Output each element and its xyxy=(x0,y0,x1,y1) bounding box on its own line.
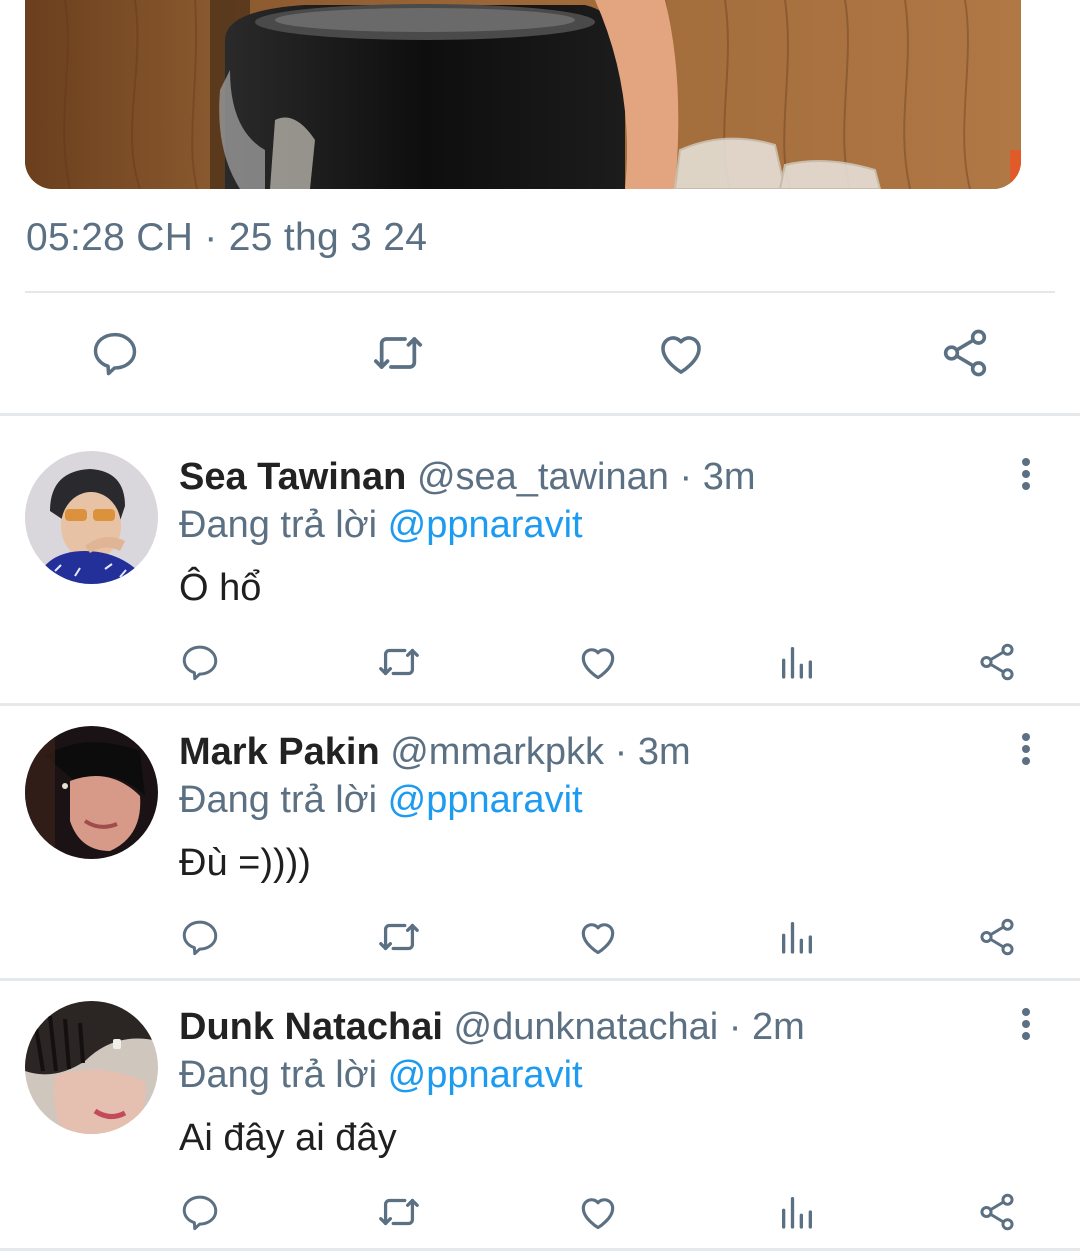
views-button[interactable] xyxy=(772,914,822,964)
avatar[interactable] xyxy=(25,726,158,859)
tweet-photo[interactable] xyxy=(25,0,1021,189)
reply-text: Ô hổ xyxy=(179,567,262,609)
like-button[interactable] xyxy=(573,914,623,964)
retweet-icon xyxy=(370,325,426,386)
reply-text: Ai đây ai đây xyxy=(179,1117,397,1159)
user-handle: @sea_tawinan xyxy=(416,456,669,498)
reply-item[interactable]: Mark Pakin @mmarkpkk · 3m Đang trả lời @… xyxy=(0,726,1080,966)
reply-icon xyxy=(179,641,221,688)
retweet-button[interactable] xyxy=(363,320,433,390)
more-vertical-icon xyxy=(1020,457,1032,496)
mention-link[interactable]: @ppnaravit xyxy=(388,504,583,546)
views-button[interactable] xyxy=(772,639,822,689)
reply-action-bar xyxy=(0,639,1080,689)
reply-header: Sea Tawinan @sea_tawinan · 3m xyxy=(179,455,755,499)
display-name[interactable]: Dunk Natachai xyxy=(179,1006,443,1048)
like-button[interactable] xyxy=(573,639,623,689)
share-button[interactable] xyxy=(972,639,1022,689)
reply-item[interactable]: Dunk Natachai @dunknatachai · 2m Đang tr… xyxy=(0,1001,1080,1241)
mention-link[interactable]: @ppnaravit xyxy=(388,779,583,821)
display-name[interactable]: Mark Pakin xyxy=(179,731,380,773)
share-icon xyxy=(976,641,1018,688)
like-icon xyxy=(576,1190,620,1239)
like-icon xyxy=(654,326,708,385)
like-button[interactable] xyxy=(646,320,716,390)
replying-prefix: Đang trả lời xyxy=(179,779,378,821)
reply-time: 2m xyxy=(751,1006,805,1048)
retweet-icon xyxy=(376,914,422,965)
avatar[interactable] xyxy=(25,1001,158,1134)
reply-button[interactable] xyxy=(175,639,225,689)
like-icon xyxy=(576,640,620,689)
divider xyxy=(25,291,1055,293)
divider xyxy=(0,413,1080,416)
tweet-timestamp: 05:28 CH · 25 thg 3 24 xyxy=(26,216,428,259)
replying-prefix: Đang trả lời xyxy=(179,1054,378,1096)
reply-item[interactable]: Sea Tawinan @sea_tawinan · 3m Đang trả l… xyxy=(0,451,1080,691)
more-vertical-icon xyxy=(1020,1007,1032,1046)
share-icon xyxy=(976,1191,1018,1238)
separator: · xyxy=(614,731,628,773)
share-button[interactable] xyxy=(972,914,1022,964)
tweet-action-bar xyxy=(0,320,1080,390)
like-button[interactable] xyxy=(573,1189,623,1239)
avatar[interactable] xyxy=(25,451,158,584)
reply-text: Đù =)))) xyxy=(179,842,311,884)
more-options-button[interactable] xyxy=(1006,451,1046,501)
reply-time: 3m xyxy=(637,731,691,773)
replying-prefix: Đang trả lời xyxy=(179,504,378,546)
replying-to: Đang trả lời @ppnaravit xyxy=(179,778,583,822)
reply-header: Mark Pakin @mmarkpkk · 3m xyxy=(179,730,691,774)
share-icon xyxy=(976,916,1018,963)
reply-icon xyxy=(179,916,221,963)
reply-action-bar xyxy=(0,914,1080,964)
retweet-button[interactable] xyxy=(374,639,424,689)
divider xyxy=(0,978,1080,981)
more-vertical-icon xyxy=(1020,732,1032,771)
reply-header: Dunk Natachai @dunknatachai · 2m xyxy=(179,1005,805,1049)
separator: · xyxy=(679,456,693,498)
views-button[interactable] xyxy=(772,1189,822,1239)
share-button[interactable] xyxy=(930,320,1000,390)
retweet-icon xyxy=(376,1189,422,1240)
retweet-button[interactable] xyxy=(374,1189,424,1239)
share-icon xyxy=(938,326,992,385)
reply-time: 3m xyxy=(702,456,756,498)
reply-button[interactable] xyxy=(175,914,225,964)
replying-to: Đang trả lời @ppnaravit xyxy=(179,1053,583,1097)
more-options-button[interactable] xyxy=(1006,726,1046,776)
views-icon xyxy=(777,917,817,962)
reply-icon xyxy=(179,1191,221,1238)
divider xyxy=(0,703,1080,706)
separator: · xyxy=(728,1006,742,1048)
retweet-button[interactable] xyxy=(374,914,424,964)
reply-icon xyxy=(89,327,141,384)
user-handle: @mmarkpkk xyxy=(390,731,605,773)
user-handle: @dunknatachai xyxy=(453,1006,719,1048)
display-name[interactable]: Sea Tawinan xyxy=(179,456,406,498)
reply-button[interactable] xyxy=(175,1189,225,1239)
share-button[interactable] xyxy=(972,1189,1022,1239)
more-options-button[interactable] xyxy=(1006,1001,1046,1051)
mention-link[interactable]: @ppnaravit xyxy=(388,1054,583,1096)
reply-button[interactable] xyxy=(80,320,150,390)
like-icon xyxy=(576,915,620,964)
views-icon xyxy=(777,642,817,687)
replying-to: Đang trả lời @ppnaravit xyxy=(179,503,583,547)
views-icon xyxy=(777,1192,817,1237)
retweet-icon xyxy=(376,639,422,690)
reply-action-bar xyxy=(0,1189,1080,1239)
